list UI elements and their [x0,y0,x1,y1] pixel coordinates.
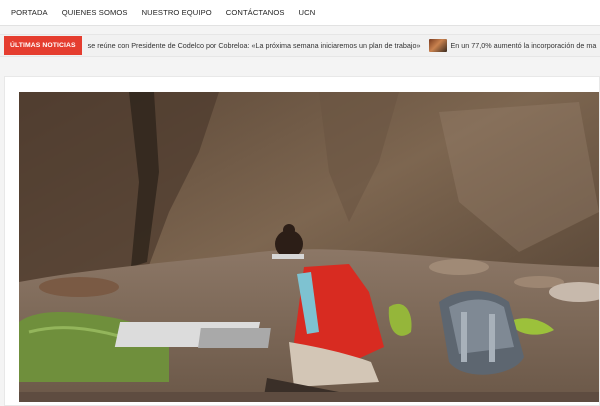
ticker-label: ÚLTIMAS NOTICIAS [4,36,82,55]
ticker-thumbnail[interactable] [428,39,447,52]
article-featured-image[interactable] [19,92,599,402]
news-ticker: ÚLTIMAS NOTICIAS se reúne con Presidente… [0,34,600,57]
ticker-item[interactable]: En un 77,0% aumentó la incorporación de … [451,41,597,50]
ticker-item[interactable]: se reúne con Presidente de Codelco por C… [88,41,421,50]
top-navigation: PORTADA QUIENES SOMOS NUESTRO EQUIPO CON… [0,0,600,26]
nav-item-contactanos[interactable]: CONTÁCTANOS [226,8,285,17]
nav-item-nuestro-equipo[interactable]: NUESTRO EQUIPO [142,8,212,17]
nav-item-quienes-somos[interactable]: QUIENES SOMOS [62,8,128,17]
field-photo-illustration [19,92,599,402]
nav-item-ucn[interactable]: UCN [299,8,316,17]
nav-item-portada[interactable]: PORTADA [11,8,48,17]
ticker-track: se reúne con Presidente de Codelco por C… [88,39,597,52]
